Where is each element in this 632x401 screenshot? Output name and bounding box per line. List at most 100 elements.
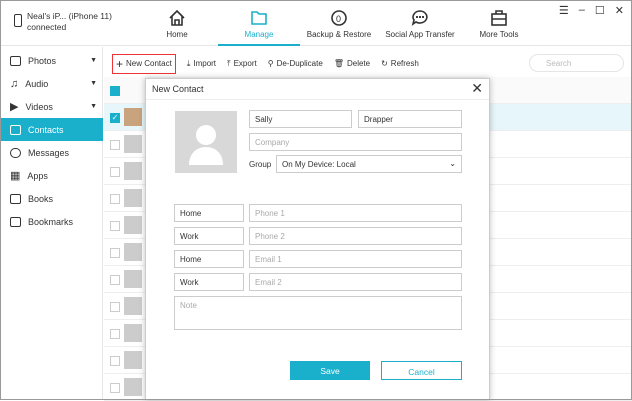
row-checkbox[interactable]	[110, 356, 120, 366]
plus-icon: +	[116, 56, 124, 71]
row-checkbox[interactable]	[110, 302, 120, 312]
chevron-down-icon: ⌄	[449, 159, 456, 168]
nav-more-tools[interactable]: More Tools	[458, 0, 540, 46]
backup-icon: 0	[331, 10, 347, 26]
toolbar: + New Contact ⤓ Import ⤒ Export ⚲ De-Duplica…	[104, 50, 419, 77]
refresh-button[interactable]: ↻ Refresh	[381, 59, 419, 68]
row-checkbox[interactable]	[110, 248, 120, 258]
new-contact-dialog: New Contact ✕ Sally Drapper Company Grou…	[145, 78, 490, 400]
email2-field[interactable]: Email 2	[249, 273, 462, 291]
folder-icon	[251, 11, 267, 25]
phone-icon	[14, 14, 22, 27]
toolbox-icon	[491, 10, 507, 26]
nav-home[interactable]: Home	[136, 0, 218, 46]
cancel-button[interactable]: Cancel	[381, 361, 462, 380]
email1-field[interactable]: Email 1	[249, 250, 462, 268]
trash-icon: 🗑	[333, 59, 344, 68]
row-checkbox[interactable]	[110, 383, 120, 393]
export-button[interactable]: ⤒ Export	[227, 59, 257, 69]
select-all-checkbox[interactable]	[110, 86, 120, 96]
row-checkbox[interactable]	[110, 194, 120, 204]
maximize-icon[interactable]: ☐	[595, 4, 605, 17]
avatar	[124, 351, 142, 369]
sidebar-item-videos[interactable]: ▶ Videos ▼	[0, 95, 103, 118]
window-controls: ☰ – ☐ ✕	[559, 4, 624, 17]
last-name-field[interactable]: Drapper	[358, 110, 462, 128]
device-info[interactable]: Neal's iP... (iPhone 11) connected	[14, 11, 112, 33]
avatar	[124, 108, 142, 126]
nav-backup-restore[interactable]: 0 Backup & Restore	[298, 0, 380, 46]
first-name-field[interactable]: Sally	[249, 110, 352, 128]
top-bar: Neal's iP... (iPhone 11) connected Home M…	[0, 0, 632, 46]
nav-manage[interactable]: Manage	[218, 0, 300, 46]
import-icon: ⤓	[186, 58, 191, 68]
avatar	[124, 297, 142, 315]
nav-social-app-transfer[interactable]: Social App Transfer	[378, 0, 462, 46]
home-icon	[169, 9, 185, 26]
sidebar-item-books[interactable]: Books	[0, 187, 103, 210]
avatar	[124, 378, 142, 396]
row-checkbox[interactable]	[110, 221, 120, 231]
phone1-field[interactable]: Phone 1	[249, 204, 462, 222]
phone2-type-field[interactable]: Work	[174, 227, 244, 245]
group-select[interactable]: On My Device: Local ⌄	[276, 155, 462, 173]
minimize-icon[interactable]: –	[579, 4, 585, 17]
close-icon[interactable]: ✕	[615, 4, 624, 17]
music-icon: ♫	[10, 77, 19, 90]
avatar	[124, 243, 142, 261]
chat-icon	[411, 10, 428, 26]
device-status: connected	[27, 22, 67, 32]
row-checkbox[interactable]	[110, 167, 120, 177]
bookmark-icon	[10, 216, 21, 227]
contacts-icon	[10, 124, 21, 135]
email2-type-field[interactable]: Work	[174, 273, 244, 291]
note-field[interactable]: Note	[174, 296, 462, 330]
avatar	[124, 162, 142, 180]
avatar	[124, 324, 142, 342]
message-icon	[10, 147, 21, 158]
phone2-field[interactable]: Phone 2	[249, 227, 462, 245]
deduplicate-button[interactable]: ⚲ De-Duplicate	[268, 59, 323, 68]
search-input[interactable]: Search	[529, 54, 624, 72]
device-name: Neal's iP... (iPhone 11)	[27, 11, 112, 21]
sidebar-item-photos[interactable]: Photos ▼	[0, 49, 103, 72]
sidebar: Photos ▼ ♫ Audio ▼ ▶ Videos ▼ Contacts Messag…	[0, 47, 103, 400]
contact-photo-placeholder[interactable]	[175, 111, 237, 173]
avatar	[124, 216, 142, 234]
svg-text:0: 0	[336, 14, 341, 24]
row-checkbox[interactable]	[110, 329, 120, 339]
delete-button[interactable]: 🗑 Delete	[334, 59, 370, 68]
play-icon: ▶	[10, 101, 19, 113]
divider	[146, 99, 489, 100]
row-checkbox[interactable]	[110, 275, 120, 285]
chevron-down-icon: ▼	[90, 80, 97, 87]
new-contact-button[interactable]: + New Contact	[112, 53, 176, 74]
dialog-title: New Contact	[152, 84, 204, 94]
sidebar-item-bookmarks[interactable]: Bookmarks	[0, 210, 103, 233]
import-button[interactable]: ⤓ Import	[187, 59, 216, 69]
deduplicate-icon: ⚲	[267, 59, 274, 68]
avatar	[124, 135, 142, 153]
sidebar-item-apps[interactable]: ▦ Apps	[0, 164, 103, 187]
phone1-type-field[interactable]: Home	[174, 204, 244, 222]
sidebar-item-audio[interactable]: ♫ Audio ▼	[0, 72, 103, 95]
apps-icon: ▦	[10, 170, 21, 182]
book-icon	[10, 193, 21, 204]
menu-icon[interactable]: ☰	[559, 4, 569, 17]
sidebar-item-messages[interactable]: Messages	[0, 141, 103, 164]
chevron-down-icon: ▼	[90, 103, 97, 110]
person-icon	[189, 125, 223, 165]
avatar	[124, 270, 142, 288]
photos-icon	[10, 55, 21, 66]
sidebar-item-contacts[interactable]: Contacts	[0, 118, 103, 141]
row-checkbox[interactable]: ✓	[110, 113, 120, 123]
chevron-down-icon: ▼	[90, 57, 97, 64]
group-label: Group	[249, 160, 272, 169]
company-field[interactable]: Company	[249, 133, 462, 151]
row-checkbox[interactable]	[110, 140, 120, 150]
email1-type-field[interactable]: Home	[174, 250, 244, 268]
close-icon[interactable]: ✕	[471, 80, 483, 97]
avatar	[124, 189, 142, 207]
refresh-icon: ↻	[381, 59, 388, 68]
save-button[interactable]: Save	[290, 361, 370, 380]
